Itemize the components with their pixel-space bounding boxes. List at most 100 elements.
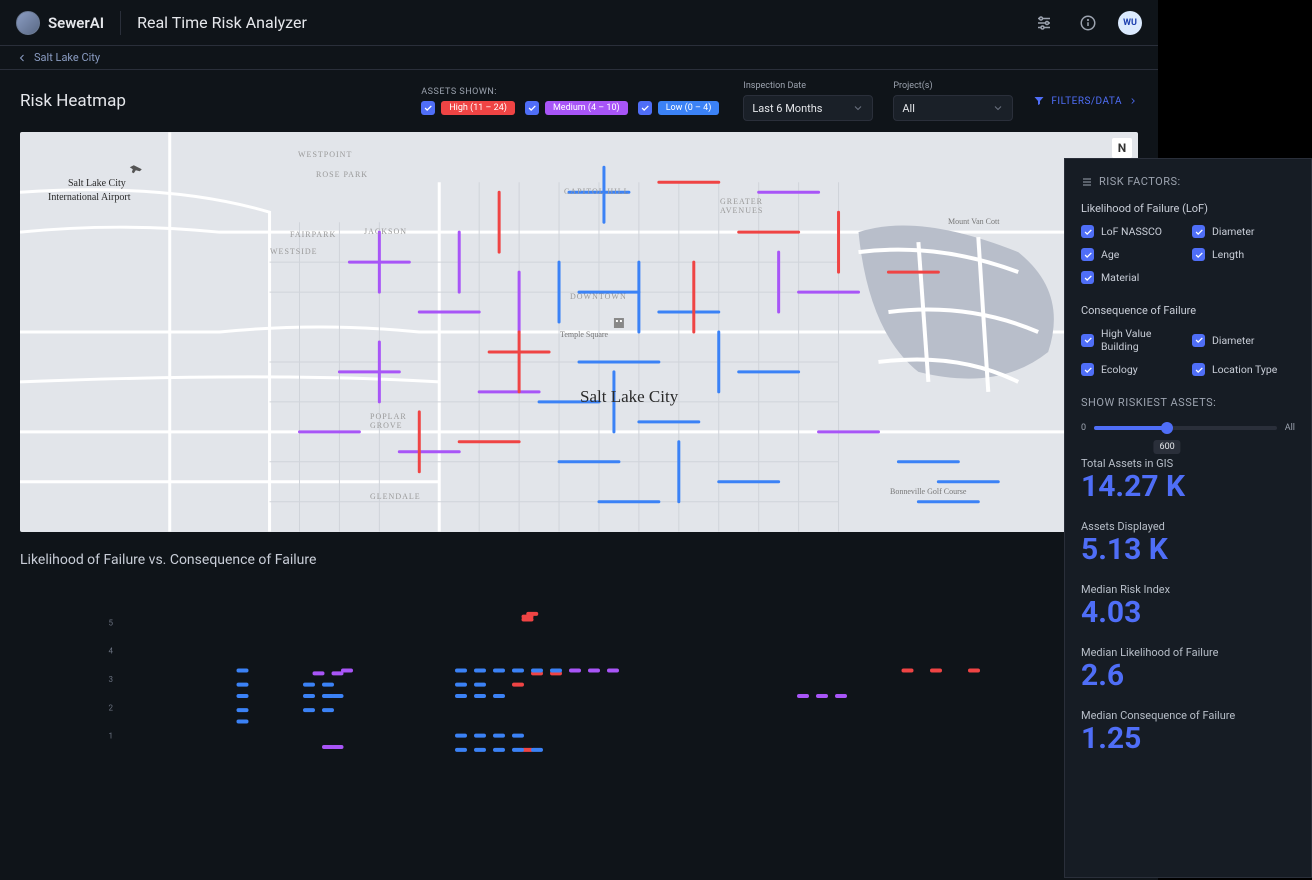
inspection-date-value: Last 6 Months <box>752 102 822 115</box>
legend-medium-label: Medium (4 – 10) <box>545 101 628 115</box>
factor-item[interactable]: Diameter <box>1192 327 1295 353</box>
logo-text: SewerAI <box>48 14 104 32</box>
legend-item-medium[interactable]: Medium (4 – 10) <box>525 101 628 115</box>
slider-thumb[interactable] <box>1161 422 1173 434</box>
chevron-down-icon <box>852 102 864 114</box>
filter-data-link[interactable]: Filters/Data <box>1033 95 1138 107</box>
cof-subhead: Consequence of Failure <box>1081 304 1295 317</box>
project-label: Project(s) <box>893 81 1013 91</box>
filter-link-label: Filters/Data <box>1051 96 1122 107</box>
lof-factor-grid: LoF NASSCO Diameter Age Length Material <box>1081 225 1295 284</box>
settings-icon[interactable] <box>1030 9 1058 37</box>
checkbox[interactable] <box>1081 225 1094 238</box>
checkbox[interactable] <box>638 101 652 115</box>
north-arrow: N <box>1112 138 1132 158</box>
slider-heading-label: SHOW RISKIEST ASSETS: <box>1081 396 1216 409</box>
filter-icon <box>1033 95 1045 107</box>
inspection-date-select-wrap: Inspection Date Last 6 Months <box>743 81 873 121</box>
logo-icon <box>16 11 40 35</box>
chart-title: Likelihood of Failure vs. Consequence of… <box>20 552 1138 568</box>
metric-value: 2.6 <box>1081 661 1295 691</box>
factor-item[interactable]: Material <box>1081 271 1184 284</box>
metric-value: 1.25 <box>1081 724 1295 754</box>
factor-item[interactable]: Age <box>1081 248 1184 261</box>
slider-min: 0 <box>1081 423 1086 433</box>
slider-value-tooltip: 600 <box>1154 440 1181 454</box>
toolbar: Risk Heatmap Assets Shown: High (11 – 24… <box>0 70 1158 132</box>
map-svg <box>20 132 1138 532</box>
avatar[interactable]: WU <box>1118 11 1142 35</box>
factor-label: Ecology <box>1101 363 1138 376</box>
checkbox[interactable] <box>1081 271 1094 284</box>
slider-fill <box>1094 426 1167 430</box>
svg-text:1: 1 <box>109 732 114 741</box>
metric-value: 14.27 K <box>1081 472 1295 502</box>
slider-max: All <box>1285 423 1295 433</box>
metric: Median Consequence of Failure1.25 <box>1081 709 1295 754</box>
scatter-chart[interactable]: 12345 <box>20 584 1138 784</box>
divider <box>120 11 121 35</box>
factor-item[interactable]: Ecology <box>1081 363 1184 376</box>
risk-heatmap-map[interactable]: Salt Lake City International Airport Sal… <box>20 132 1138 532</box>
logo[interactable]: SewerAI <box>16 11 104 35</box>
factor-item[interactable]: Location Type <box>1192 363 1295 376</box>
legend-item-low[interactable]: Low (0 – 4) <box>638 101 720 115</box>
factor-label: Diameter <box>1212 334 1255 347</box>
chevron-down-icon <box>992 102 1004 114</box>
app-header: SewerAI Real Time Risk Analyzer WU <box>0 0 1158 46</box>
factor-label: LoF NASSCO <box>1101 225 1162 238</box>
breadcrumb-label: Salt Lake City <box>34 51 100 64</box>
cof-factor-grid: High Value Building Diameter Ecology Locati… <box>1081 327 1295 376</box>
lof-subhead: Likelihood of Failure (LoF) <box>1081 202 1295 215</box>
legend-title: Assets Shown: <box>421 87 719 97</box>
factor-label: Material <box>1101 271 1139 284</box>
legend-item-high[interactable]: High (11 – 24) <box>421 101 515 115</box>
slider-heading: SHOW RISKIEST ASSETS: <box>1081 396 1295 409</box>
checkbox[interactable] <box>525 101 539 115</box>
metric: Median Likelihood of Failure2.6 <box>1081 646 1295 691</box>
factor-item[interactable]: LoF NASSCO <box>1081 225 1184 238</box>
metric-value: 5.13 K <box>1081 535 1295 565</box>
checkbox[interactable] <box>1192 225 1205 238</box>
factor-label: Location Type <box>1212 363 1277 376</box>
checkbox[interactable] <box>1081 248 1094 261</box>
project-select[interactable]: All <box>893 95 1013 121</box>
risk-factors-heading: RISK FACTORS: <box>1081 175 1295 188</box>
breadcrumb[interactable]: Salt Lake City <box>0 46 1158 70</box>
inspection-date-select[interactable]: Last 6 Months <box>743 95 873 121</box>
factor-item[interactable]: High Value Building <box>1081 327 1184 353</box>
riskiest-assets-slider-wrap: 0 600 All <box>1081 423 1295 433</box>
metric: Total Assets in GIS14.27 K <box>1081 457 1295 502</box>
svg-text:4: 4 <box>109 647 114 656</box>
metric-value: 4.03 <box>1081 598 1295 628</box>
checkbox[interactable] <box>1192 363 1205 376</box>
metric: Median Risk Index4.03 <box>1081 583 1295 628</box>
chart-section: Likelihood of Failure vs. Consequence of… <box>0 532 1158 804</box>
riskiest-assets-slider[interactable]: 600 <box>1094 426 1277 430</box>
project-select-wrap: Project(s) All <box>893 81 1013 121</box>
checkbox[interactable] <box>1081 334 1094 347</box>
checkbox[interactable] <box>1192 334 1205 347</box>
factor-label: Age <box>1101 248 1119 261</box>
metrics-list: Total Assets in GIS14.27 KAssets Display… <box>1081 457 1295 754</box>
info-icon[interactable] <box>1074 9 1102 37</box>
legend-high-label: High (11 – 24) <box>441 101 515 115</box>
app-title: Real Time Risk Analyzer <box>137 13 307 32</box>
svg-text:3: 3 <box>109 675 114 684</box>
svg-text:2: 2 <box>109 703 114 712</box>
sliders-icon <box>1081 176 1093 188</box>
factor-label: Diameter <box>1212 225 1255 238</box>
back-arrow-icon <box>16 52 28 64</box>
panel-title: Risk Heatmap <box>20 91 126 111</box>
factor-label: High Value Building <box>1101 327 1184 353</box>
risk-factors-panel: RISK FACTORS: Likelihood of Failure (LoF… <box>1064 158 1312 878</box>
legend-low-label: Low (0 – 4) <box>658 101 720 115</box>
factor-item[interactable]: Length <box>1192 248 1295 261</box>
checkbox[interactable] <box>421 101 435 115</box>
checkbox[interactable] <box>1192 248 1205 261</box>
project-value: All <box>902 102 915 115</box>
inspection-date-label: Inspection Date <box>743 81 873 91</box>
risk-factors-heading-label: RISK FACTORS: <box>1099 175 1181 188</box>
checkbox[interactable] <box>1081 363 1094 376</box>
factor-item[interactable]: Diameter <box>1192 225 1295 238</box>
